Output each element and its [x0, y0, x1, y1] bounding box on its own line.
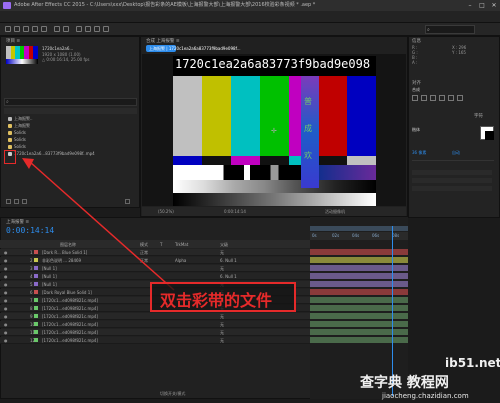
watermark-domain: ib51.net — [445, 356, 500, 370]
annotation-text: 双击彩带的文件 — [160, 291, 273, 310]
watermark-site: 查字典 教程网 — [360, 375, 449, 391]
annotation-arrow — [22, 158, 175, 291]
watermark-url: jiaocheng.chazidian.com — [382, 392, 469, 400]
